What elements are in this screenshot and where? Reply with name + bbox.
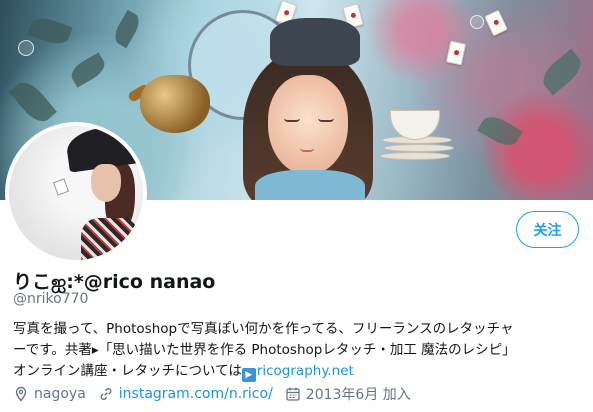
girl-mouth — [300, 148, 314, 152]
joined-date: 2013年6月 加入 — [305, 387, 411, 403]
leaf-decoration — [27, 13, 73, 49]
avatar[interactable] — [9, 126, 143, 260]
profile-meta: nagoya instagram.com/n.rico/ 2013年6月 加入 — [13, 384, 423, 404]
teapot-illustration — [140, 75, 210, 133]
location-pin-icon — [15, 386, 27, 402]
joined-item: 2013年6月 加入 — [285, 384, 411, 404]
girl-eye — [318, 118, 334, 122]
bio-website-link[interactable]: ricography.net — [257, 363, 354, 379]
location-text: nagoya — [34, 386, 86, 402]
user-handle: @nriko770 — [13, 291, 89, 307]
leaf-decoration — [110, 9, 144, 49]
playing-card-decoration — [484, 9, 508, 37]
girl-face — [268, 75, 348, 175]
leaf-decoration — [9, 76, 57, 128]
saucer — [384, 144, 454, 152]
calendar-icon — [286, 387, 300, 401]
girl-bow — [270, 18, 360, 66]
bio-line-2: ーです。共著▸「思い描いた世界を作る Photoshopレタッチ・加工 魔法のレ… — [13, 342, 516, 358]
girl-dress — [255, 170, 365, 200]
avatar-frame[interactable] — [5, 122, 147, 264]
follow-button[interactable]: 关注 — [516, 211, 579, 248]
girl-eye — [284, 118, 300, 122]
profile-bio: 写真を撮って、Photoshopで写真ぽい何かを作ってる、フリーランスのレタッチ… — [13, 319, 588, 382]
avatar-body — [81, 218, 139, 260]
avatar-card — [52, 178, 70, 196]
bubble-decoration — [18, 40, 34, 56]
leaf-decoration — [477, 111, 523, 151]
leaf-decoration — [537, 48, 587, 96]
leaf-decoration — [67, 52, 109, 88]
bubble-decoration — [470, 15, 484, 29]
avatar-face — [91, 164, 121, 202]
bio-line-3: オンライン講座・レタッチについては ▶ ricography.net — [13, 361, 588, 382]
saucer — [380, 152, 450, 160]
location-item: nagoya — [13, 386, 86, 402]
website-link[interactable]: instagram.com/n.rico/ — [119, 386, 273, 402]
teacups-illustration — [380, 100, 455, 170]
link-icon — [100, 388, 112, 400]
bio-line-3-text: オンライン講座・レタッチについては — [13, 363, 242, 379]
website-item[interactable]: instagram.com/n.rico/ — [98, 386, 273, 402]
playing-card-decoration — [445, 40, 467, 66]
bio-line-1: 写真を撮って、Photoshopで写真ぽい何かを作ってる、フリーランスのレタッチ… — [13, 321, 514, 337]
play-badge-icon: ▶ — [241, 368, 256, 382]
